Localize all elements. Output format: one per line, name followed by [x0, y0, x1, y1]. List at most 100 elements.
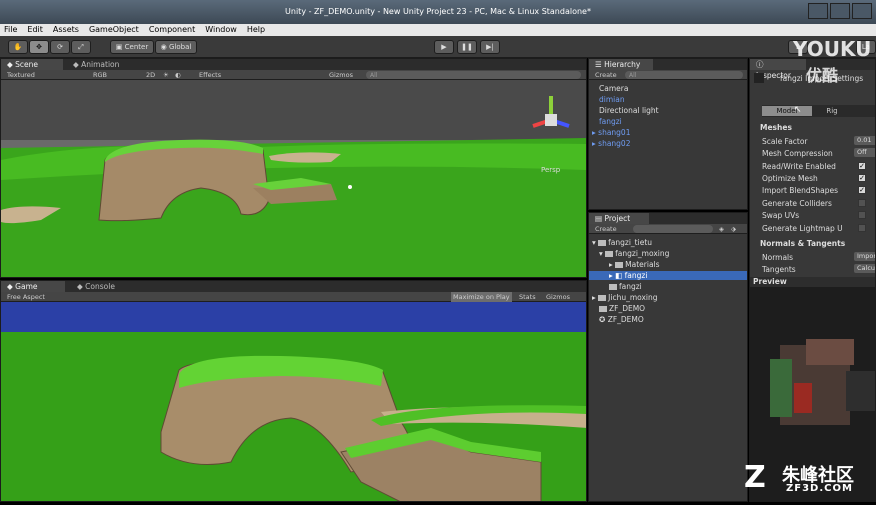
project-item-fangzi-tietu[interactable]: ▾ fangzi_tietu — [592, 238, 652, 247]
project-item-fangzi-model[interactable]: ▸ ◧ fangzi — [589, 271, 747, 280]
scene-search-input[interactable]: All — [366, 71, 581, 79]
shading-mode-dropdown[interactable]: Textured — [7, 70, 35, 80]
hierarchy-item-shang01-label: shang01 — [598, 128, 631, 137]
read-write-checkbox[interactable]: ✓ — [858, 162, 866, 170]
tab-hierarchy-label: Hierarchy — [604, 60, 641, 69]
menu-component[interactable]: Component — [149, 24, 195, 36]
tab-animation[interactable]: ◆ Animation — [67, 59, 137, 70]
hierarchy-item-camera[interactable]: Camera — [599, 84, 628, 93]
project-item-zf-demo-folder[interactable]: ZF_DEMO — [599, 304, 645, 313]
hierarchy-tabs: ☰ Hierarchy — [589, 59, 747, 70]
scene-control-bar: Textured RGB 2D ☀ ◐ Effects Gizmos All — [1, 70, 586, 80]
filter-by-type-icon[interactable]: ◈ — [719, 224, 724, 234]
swap-uvs-checkbox[interactable] — [858, 211, 866, 219]
project-item-fangzi-prefab[interactable]: fangzi — [609, 282, 642, 291]
aspect-dropdown[interactable]: Free Aspect — [7, 292, 45, 302]
tab-game-label: Game — [15, 282, 38, 291]
project-item-zf-demo-scene[interactable]: ✪ ZF_DEMO — [599, 315, 644, 324]
project-item-zf-demo-folder-label: ZF_DEMO — [609, 304, 646, 313]
menu-file[interactable]: File — [4, 24, 17, 36]
game-tabs: ◆ Game ◆ Console — [1, 281, 586, 292]
scene-gizmos-dropdown[interactable]: Gizmos — [329, 70, 353, 80]
project-item-fangzi-moxing[interactable]: ▾ fangzi_moxing — [599, 249, 669, 258]
minimize-button[interactable] — [808, 3, 828, 19]
preview-header[interactable]: Preview — [750, 277, 875, 287]
tangents-row: Tangents Calculate — [762, 264, 875, 274]
rotate-tool-button[interactable]: ⟳ — [50, 40, 70, 54]
menu-gameobject[interactable]: GameObject — [89, 24, 139, 36]
persp-label[interactable]: Persp — [541, 166, 561, 174]
render-mode-dropdown[interactable]: RGB — [93, 70, 107, 80]
mesh-compression-row: Mesh Compression Off — [762, 148, 875, 158]
pause-icon: ❚❚ — [461, 43, 473, 51]
zf-url-text: ZF3D.COM — [786, 483, 853, 494]
tab-game[interactable]: ◆ Game — [1, 281, 65, 292]
import-blendshapes-checkbox[interactable]: ✓ — [858, 186, 866, 194]
menu-assets[interactable]: Assets — [53, 24, 79, 36]
step-icon: ▶| — [486, 43, 494, 51]
audio-toggle-icon[interactable]: ◐ — [175, 70, 181, 80]
mesh-compression-dropdown[interactable]: Off — [854, 148, 875, 157]
hierarchy-search-input[interactable]: All — [625, 71, 743, 79]
tab-rig[interactable]: Rig — [814, 106, 850, 116]
tab-scene[interactable]: ◆ Scene — [1, 59, 63, 70]
pivot-center-button[interactable]: ▣ Center — [110, 40, 154, 54]
maximize-on-play-toggle[interactable]: Maximize on Play — [451, 292, 512, 302]
global-button[interactable]: ◉ Global — [155, 40, 197, 54]
hierarchy-item-directional-light[interactable]: Directional light — [599, 106, 659, 115]
hierarchy-create-dropdown[interactable]: Create — [595, 70, 617, 80]
optimize-mesh-label: Optimize Mesh — [762, 174, 818, 183]
menu-window[interactable]: Window — [205, 24, 237, 36]
main-toolbar: ✋ ✥ ⟳ ⤢ ▣ Center ◉ Global ▶ ❚❚ ▶| L La — [0, 36, 876, 58]
hierarchy-item-shang01[interactable]: ▸ shang01 — [592, 128, 630, 137]
generate-colliders-row: Generate Colliders — [762, 199, 866, 208]
scale-tool-button[interactable]: ⤢ — [71, 40, 91, 54]
close-button[interactable] — [852, 3, 872, 19]
generate-lightmap-checkbox[interactable] — [858, 224, 866, 232]
project-item-zf-demo-scene-label: ZF_DEMO — [607, 315, 644, 324]
scene-viewport[interactable]: Persp — [1, 80, 587, 278]
lighting-toggle-icon[interactable]: ☀ — [163, 70, 169, 80]
inspector-mode-tabs: Model Rig A — [762, 105, 875, 117]
step-button[interactable]: ▶| — [480, 40, 500, 54]
project-item-fangzi-prefab-label: fangzi — [619, 282, 642, 291]
folder-icon — [598, 240, 607, 246]
tab-model[interactable]: Model — [762, 106, 812, 116]
scale-factor-input[interactable]: 0.01 — [854, 136, 875, 145]
game-control-bar: Free Aspect Maximize on Play Stats Gizmo… — [1, 292, 586, 302]
tangents-dropdown[interactable]: Calculate — [854, 264, 875, 273]
move-tool-button[interactable]: ✥ — [29, 40, 49, 54]
project-create-dropdown[interactable]: Create — [595, 224, 617, 234]
hierarchy-item-dimian[interactable]: dimian — [599, 95, 625, 104]
effects-dropdown[interactable]: Effects — [199, 70, 221, 80]
optimize-mesh-checkbox[interactable]: ✓ — [858, 174, 866, 182]
tab-console[interactable]: ◆ Console — [71, 281, 131, 292]
menu-help[interactable]: Help — [247, 24, 265, 36]
window-controls — [808, 3, 872, 19]
normals-dropdown[interactable]: Import — [854, 252, 875, 261]
filter-by-label-icon[interactable]: ⬗ — [731, 224, 736, 234]
game-gizmos-dropdown[interactable]: Gizmos — [546, 292, 570, 302]
tab-project[interactable]: ▤ Project — [589, 213, 649, 224]
meshes-heading: Meshes — [760, 123, 792, 132]
menu-edit[interactable]: Edit — [27, 24, 43, 36]
scene-light-gizmo[interactable] — [348, 185, 352, 189]
stats-toggle[interactable]: Stats — [519, 292, 536, 302]
zf-logo-icon: Z — [744, 460, 766, 495]
model-thumbnail-icon — [754, 73, 764, 83]
hierarchy-item-fangzi[interactable]: fangzi — [599, 117, 622, 126]
project-item-jichu-moxing[interactable]: ▸ Jichu_moxing — [592, 293, 658, 302]
hand-tool-button[interactable]: ✋ — [8, 40, 28, 54]
project-item-materials[interactable]: ▸ Materials — [609, 260, 660, 269]
maximize-button[interactable] — [830, 3, 850, 19]
2d-toggle[interactable]: 2D — [146, 70, 155, 80]
tab-hierarchy[interactable]: ☰ Hierarchy — [589, 59, 653, 70]
play-button[interactable]: ▶ — [434, 40, 454, 54]
pause-button[interactable]: ❚❚ — [457, 40, 477, 54]
project-search-input[interactable] — [633, 225, 713, 233]
play-icon: ▶ — [441, 43, 447, 51]
generate-colliders-checkbox[interactable] — [858, 199, 866, 207]
game-viewport[interactable] — [1, 302, 587, 502]
hierarchy-item-shang02[interactable]: ▸ shang02 — [592, 139, 630, 148]
generate-colliders-label: Generate Colliders — [762, 199, 832, 208]
